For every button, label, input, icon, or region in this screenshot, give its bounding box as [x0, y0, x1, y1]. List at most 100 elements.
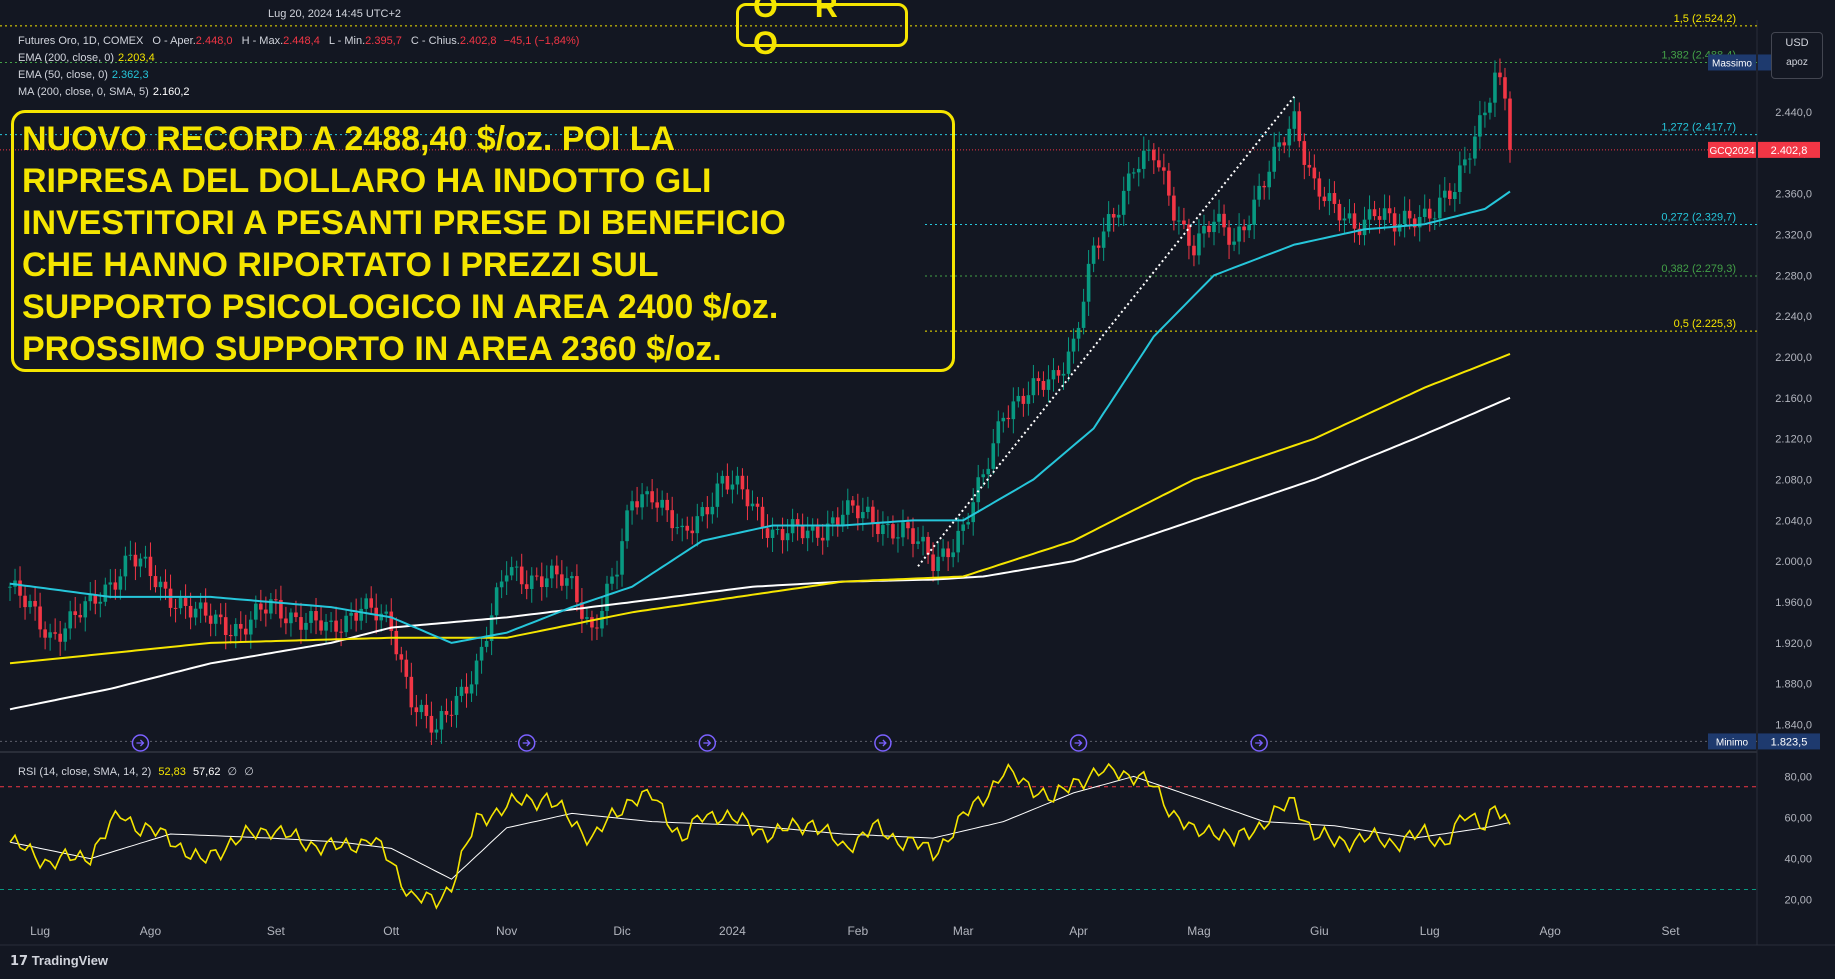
candle-body: [630, 501, 634, 511]
candle-body: [1267, 171, 1271, 188]
ema200-legend[interactable]: EMA (200, close, 0) 2.203,4: [18, 52, 155, 64]
candle-body: [1167, 170, 1171, 196]
candle-body: [946, 548, 950, 558]
candle-body: [1076, 327, 1081, 339]
rsi-sma-line: [9, 775, 1511, 880]
tradingview-logo[interactable]: 𝟭𝟳 TradingView: [10, 953, 108, 969]
candle-body: [705, 507, 710, 515]
candle-body: [449, 714, 454, 716]
candle-body: [118, 576, 123, 590]
candle-body: [1041, 380, 1046, 390]
candle-body: [660, 499, 664, 508]
candle-body: [1377, 216, 1382, 220]
candle-body: [459, 686, 464, 696]
candle-body: [1257, 185, 1261, 200]
y-tick-label: 2.320,0: [1775, 229, 1812, 241]
ema50-legend[interactable]: EMA (50, close, 0) 2.362,3: [18, 69, 149, 81]
candle-body: [830, 517, 835, 524]
candle-body: [183, 597, 188, 606]
candle-body: [1091, 245, 1096, 264]
candle-body: [655, 502, 659, 508]
fib-level-label: 0,382 (2.279,3): [1661, 263, 1736, 275]
candle-body: [83, 601, 88, 618]
candle-body: [916, 541, 920, 544]
price-tag-label: Minimo: [1716, 737, 1749, 748]
ma200-line: [9, 396, 1511, 711]
rsi-legend[interactable]: RSI (14, close, SMA, 14, 2) 52,83 57,62 …: [18, 765, 254, 778]
candle-body: [555, 565, 559, 575]
candle-body: [203, 602, 208, 616]
candle-body: [544, 578, 549, 588]
candle-body: [1432, 218, 1437, 220]
candle-body: [605, 583, 609, 611]
ma200-legend[interactable]: MA (200, close, 0, SMA, 5) 2.160,2: [18, 86, 190, 98]
rsi-value: 52,83: [158, 766, 186, 778]
candle-body: [1121, 190, 1126, 215]
candle-body: [1317, 178, 1322, 197]
candle-body: [1503, 77, 1507, 99]
candle-body: [48, 632, 52, 638]
candle-body: [690, 530, 695, 534]
candle-body: [314, 611, 318, 621]
candle-body: [339, 631, 343, 633]
y-tick-label: 2.000,0: [1775, 556, 1812, 568]
candle-body: [1187, 224, 1191, 246]
chart-timestamp: Lug 20, 2024 14:45 UTC+2: [268, 8, 402, 20]
fib-level-label: 1,5 (2.524,2): [1674, 13, 1736, 25]
candle-body: [264, 609, 268, 614]
instrument-name: Futures Oro, 1D, COMEX: [18, 35, 144, 47]
candle-body: [289, 612, 293, 624]
candle-body: [1237, 226, 1241, 242]
candle-body: [861, 512, 865, 519]
tv-logo-icon: 𝟭𝟳: [10, 953, 32, 968]
candle-body: [98, 601, 103, 604]
ohlc-low-label: L - Min.: [328, 35, 366, 47]
candle-body: [1337, 203, 1342, 221]
candle-body: [334, 620, 338, 632]
candle-body: [1262, 185, 1266, 188]
candle-body: [700, 507, 705, 517]
candle-body: [775, 529, 780, 531]
y-tick-label: 2.440,0: [1775, 107, 1812, 119]
candle-body: [1463, 159, 1467, 166]
ohlc-change: −45,1 (−1,84%): [503, 35, 580, 47]
candle-body: [840, 514, 845, 525]
chart-title-box: O R O: [736, 0, 908, 61]
candle-body: [444, 711, 449, 715]
candle-body: [1307, 164, 1312, 168]
candle-body: [1046, 379, 1051, 390]
candle-body: [369, 598, 374, 608]
candle-body: [1222, 213, 1226, 228]
candle-body: [163, 581, 168, 589]
candle-body: [921, 536, 925, 542]
candle-body: [901, 522, 905, 538]
candle-body: [359, 608, 363, 621]
candle-body: [635, 501, 639, 508]
candle-body: [1011, 401, 1016, 420]
annotation-line: PROSSIMO SUPPORTO IN AREA 2360 $/oz.: [22, 330, 722, 368]
candle-body: [1021, 395, 1026, 404]
candle-body: [815, 526, 820, 538]
candle-body: [1302, 141, 1307, 165]
candle-body: [1292, 111, 1297, 129]
candle-body: [8, 586, 12, 588]
candle-body: [550, 565, 554, 579]
instrument-legend[interactable]: Futures Oro, 1D, COMEX O - Aper.2.448,0 …: [18, 35, 579, 47]
candle-body: [620, 541, 624, 575]
candle-body: [1447, 190, 1452, 199]
candle-body: [1252, 199, 1256, 225]
candle-body: [294, 612, 298, 618]
candle-body: [1036, 378, 1041, 381]
y-tick-label: 1.960,0: [1775, 597, 1812, 609]
ohlc-low: 2.395,7: [365, 35, 402, 47]
candle-body: [33, 600, 37, 607]
currency-selector[interactable]: USD apoz: [1771, 32, 1823, 79]
candle-body: [745, 489, 750, 507]
candle-body: [364, 598, 368, 609]
candle-body: [249, 619, 253, 635]
x-tick-label: Mag: [1187, 924, 1210, 938]
candle-body: [509, 567, 514, 576]
candle-body: [615, 574, 619, 577]
candle-body: [58, 633, 62, 642]
rsi-tick-label: 20,00: [1784, 895, 1812, 907]
